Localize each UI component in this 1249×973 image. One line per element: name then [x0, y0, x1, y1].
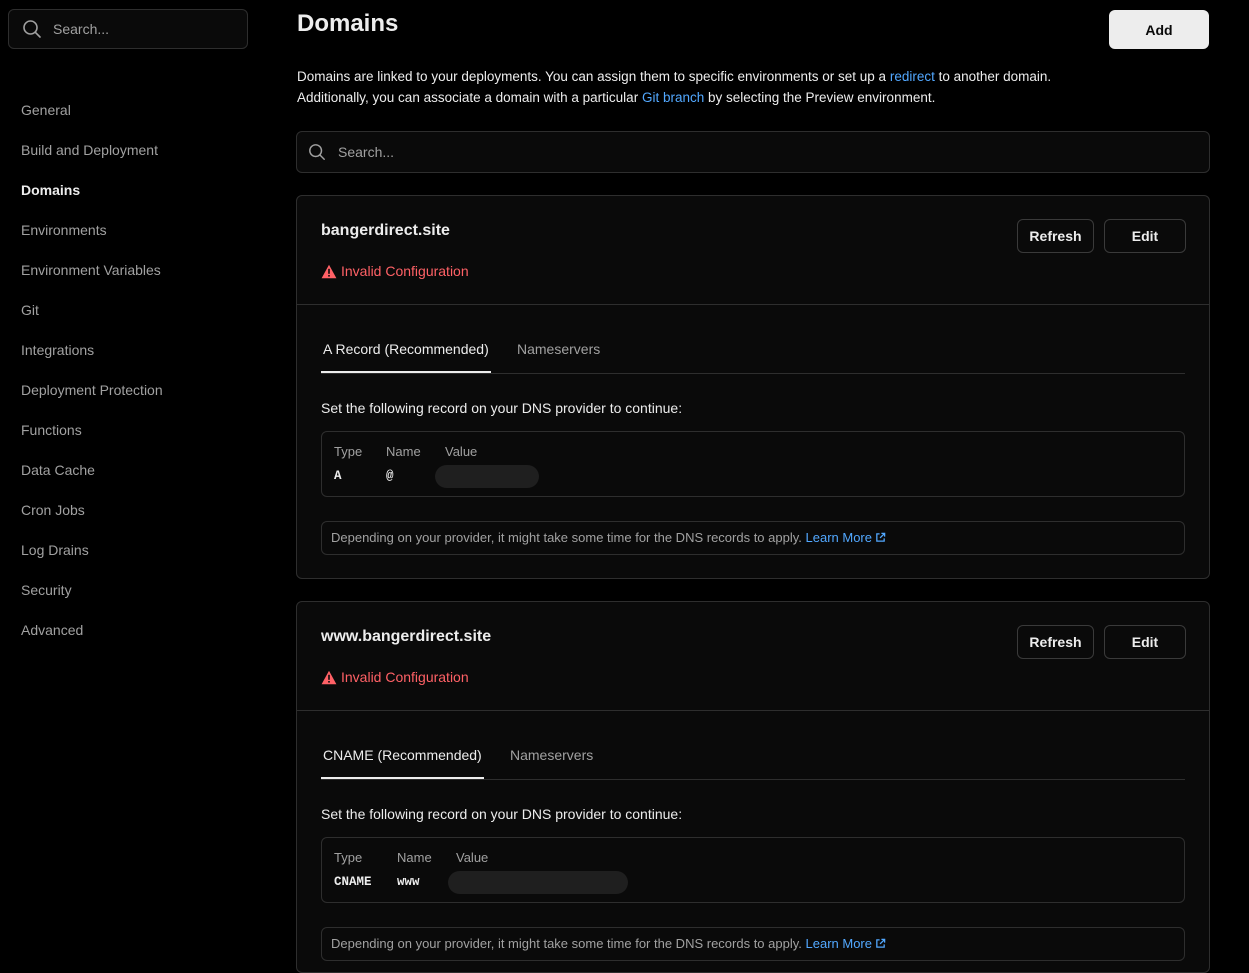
add-domain-button[interactable]: Add	[1109, 10, 1209, 49]
sidebar-search-input[interactable]: Search...	[8, 9, 248, 49]
sidebar-item-git[interactable]: Git	[21, 290, 163, 330]
tab-nameservers[interactable]: Nameservers	[510, 711, 593, 779]
domain-name[interactable]: bangerdirect.site	[321, 222, 450, 240]
record-name-header: Name	[386, 444, 421, 459]
sidebar-item-functions[interactable]: Functions	[21, 410, 163, 450]
search-icon	[23, 20, 41, 38]
domain-search-input[interactable]: Search...	[296, 131, 1210, 173]
dns-instruction: Set the following record on your DNS pro…	[321, 400, 683, 416]
sidebar-item-deployment-protection[interactable]: Deployment Protection	[21, 370, 163, 410]
edit-button[interactable]: Edit	[1104, 625, 1186, 659]
domain-card-header: bangerdirect.site Invalid Configuration …	[297, 196, 1209, 305]
sidebar-item-environment-variables[interactable]: Environment Variables	[21, 250, 163, 290]
sidebar-item-cron-jobs[interactable]: Cron Jobs	[21, 490, 163, 530]
redirect-link[interactable]: redirect	[890, 69, 935, 84]
record-value-column: Value	[456, 850, 488, 865]
sidebar-item-advanced[interactable]: Advanced	[21, 610, 163, 650]
page-title: Domains	[297, 10, 399, 37]
record-tabs: CNAME (Recommended) Nameservers	[321, 711, 1185, 780]
refresh-button[interactable]: Refresh	[1017, 219, 1094, 253]
sidebar-item-integrations[interactable]: Integrations	[21, 330, 163, 370]
sidebar-nav: General Build and Deployment Domains Env…	[21, 90, 163, 650]
record-name-value: www	[397, 875, 420, 889]
propagation-note: Depending on your provider, it might tak…	[321, 927, 1185, 961]
domain-name[interactable]: www.bangerdirect.site	[321, 628, 491, 646]
dns-instruction: Set the following record on your DNS pro…	[321, 806, 683, 822]
intro-text-part: to another domain.	[934, 69, 1052, 84]
learn-more-label: Learn More	[805, 936, 872, 951]
status-badge: Invalid Configuration	[321, 669, 469, 685]
git-branch-link[interactable]: Git branch	[642, 90, 704, 105]
record-value-header: Value	[445, 444, 478, 459]
sidebar-item-domains[interactable]: Domains	[21, 170, 163, 210]
sidebar-item-build-and-deployment[interactable]: Build and Deployment	[21, 130, 163, 170]
domain-card: bangerdirect.site Invalid Configuration …	[296, 195, 1210, 579]
propagation-note-text: Depending on your provider, it might tak…	[331, 936, 802, 951]
sidebar-item-security[interactable]: Security	[21, 570, 163, 610]
sidebar-item-environments[interactable]: Environments	[21, 210, 163, 250]
intro-text-part: by selecting the Preview environment.	[704, 90, 936, 105]
external-link-icon	[876, 938, 886, 948]
sidebar-search-placeholder: Search...	[53, 21, 110, 37]
sidebar-item-log-drains[interactable]: Log Drains	[21, 530, 163, 570]
learn-more-link[interactable]: Learn More	[806, 530, 886, 545]
external-link-icon	[876, 532, 886, 542]
status-text: Invalid Configuration	[341, 263, 469, 279]
record-type-column: Type CNAME	[334, 850, 372, 889]
intro-text: Domains are linked to your deployments. …	[297, 66, 1197, 108]
tab-a-record[interactable]: A Record (Recommended)	[321, 305, 491, 373]
redacted-record-value	[435, 465, 539, 488]
warning-triangle-icon	[321, 670, 337, 684]
record-value-column: Value	[445, 444, 477, 459]
learn-more-label: Learn More	[805, 530, 872, 545]
dns-record-table: Type A Name @ Value	[321, 431, 1185, 497]
intro-text-part: Domains are linked to your deployments. …	[297, 69, 890, 84]
propagation-note-text: Depending on your provider, it might tak…	[331, 530, 802, 545]
sidebar-item-data-cache[interactable]: Data Cache	[21, 450, 163, 490]
record-type-value: A	[334, 469, 342, 483]
record-type-header: Type	[334, 850, 363, 865]
record-name-header: Name	[397, 850, 432, 865]
tab-nameservers[interactable]: Nameservers	[517, 305, 600, 373]
propagation-note: Depending on your provider, it might tak…	[321, 521, 1185, 555]
edit-button[interactable]: Edit	[1104, 219, 1186, 253]
redacted-record-value	[448, 871, 628, 894]
status-text: Invalid Configuration	[341, 669, 469, 685]
tab-cname[interactable]: CNAME (Recommended)	[321, 711, 484, 779]
domain-card-header: www.bangerdirect.site Invalid Configurat…	[297, 602, 1209, 711]
dns-record-table: Type CNAME Name www Value	[321, 837, 1185, 903]
intro-text-part: Additionally, you can associate a domain…	[297, 90, 642, 105]
record-name-value: @	[386, 469, 394, 483]
record-tabs: A Record (Recommended) Nameservers	[321, 305, 1185, 374]
record-type-column: Type A	[334, 444, 362, 483]
domain-card: www.bangerdirect.site Invalid Configurat…	[296, 601, 1210, 973]
record-value-header: Value	[456, 850, 489, 865]
search-icon	[309, 144, 325, 160]
record-type-header: Type	[334, 444, 363, 459]
refresh-button[interactable]: Refresh	[1017, 625, 1094, 659]
sidebar-item-general[interactable]: General	[21, 90, 163, 130]
status-badge: Invalid Configuration	[321, 263, 469, 279]
record-name-column: Name @	[386, 444, 421, 483]
domain-search-placeholder: Search...	[338, 144, 395, 160]
record-type-value: CNAME	[334, 875, 372, 889]
learn-more-link[interactable]: Learn More	[806, 936, 886, 951]
record-name-column: Name www	[397, 850, 432, 889]
warning-triangle-icon	[321, 264, 337, 278]
